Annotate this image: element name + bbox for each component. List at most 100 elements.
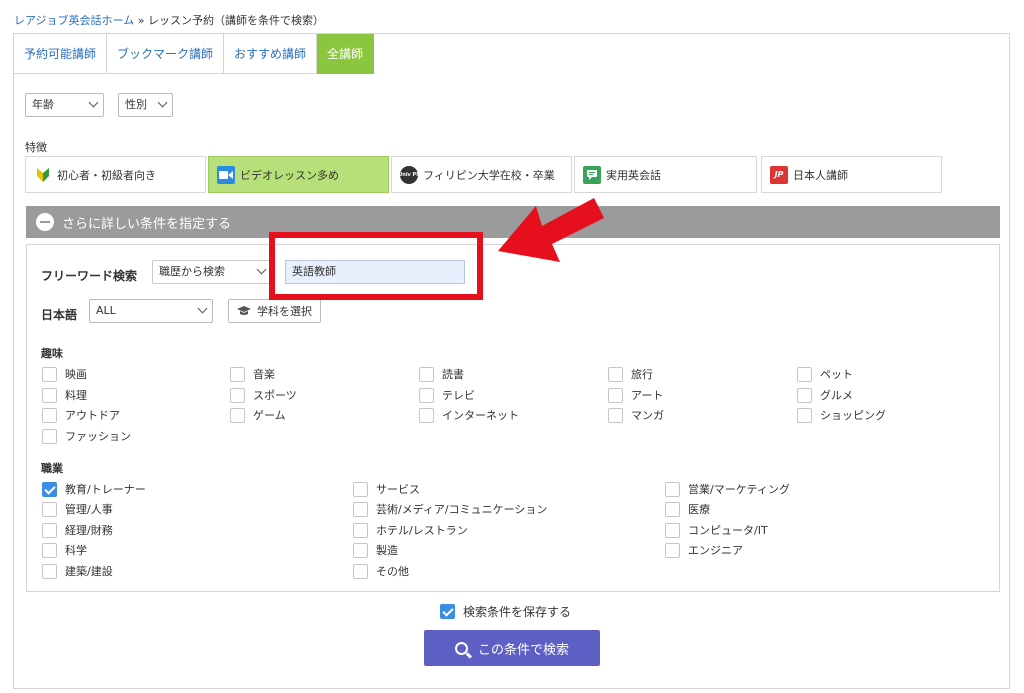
occupation-label: サービス [376,483,420,496]
checkbox-box [665,542,680,558]
feature-practical-english-label: 実用英会話 [606,168,661,182]
checkbox-box [353,501,368,517]
occupation-checkbox[interactable]: 管理/人事 [42,501,113,517]
freeword-label: フリーワード検索 [41,269,138,283]
graduation-cap-icon [237,306,251,316]
checkbox-box [353,542,368,558]
occupation-checkbox[interactable]: 芸術/メディア/コミュニケーション [353,501,547,517]
checkbox-box [665,481,680,497]
checkbox-box [42,387,57,403]
hobby-label: 旅行 [631,368,653,381]
hobby-label: 音楽 [253,368,275,381]
occupation-checkbox[interactable]: 医療 [665,501,710,517]
hobby-checkbox[interactable]: 映画 [42,366,87,382]
hobby-label: 映画 [65,368,87,381]
hobby-checkbox[interactable]: アート [608,387,663,403]
hobby-label: テレビ [442,389,475,402]
japanese-label: 日本語 [41,308,78,322]
feature-japanese-tutor[interactable]: JP 日本人講師 [761,156,942,193]
checkbox-box-checked [42,481,57,497]
feature-beginner[interactable]: 初心者・初級者向き [25,156,206,193]
chevron-down-icon [256,264,267,275]
occupation-label: エンジニア [688,544,743,557]
feature-philippine-university-label: フィリピン大学在校・卒業 [423,168,555,182]
select-subject-label: 学科を選択 [257,305,312,318]
checkbox-box [665,522,680,538]
hobby-label: ショッピング [820,409,886,422]
occupation-checkbox[interactable]: ホテル/レストラン [353,522,468,538]
search-with-conditions-button[interactable]: この条件で検索 [424,630,600,666]
search-button-label: この条件で検索 [477,642,569,658]
save-conditions-label: 検索条件を保存する [463,605,572,619]
hobby-checkbox[interactable]: ショッピング [797,407,886,423]
occupation-label: 科学 [65,544,87,557]
occupation-checkbox[interactable]: エンジニア [665,542,743,558]
hobby-checkbox[interactable]: 読書 [419,366,464,382]
checkbox-box [42,366,57,382]
checkbox-box [353,481,368,497]
hobby-checkbox[interactable]: マンガ [608,407,664,423]
hobby-label: グルメ [820,389,853,402]
tab-all-tutors[interactable]: 全講師 [317,34,375,74]
tab-available-tutors[interactable]: 予約可能講師 [14,34,108,74]
hobby-label: ゲーム [253,409,286,422]
chevron-down-icon [197,303,208,314]
hobby-checkbox[interactable]: テレビ [419,387,475,403]
checkbox-box [42,428,57,444]
checkbox-box [608,366,623,382]
occupation-checkbox[interactable]: 営業/マーケティング [665,481,790,497]
checkbox-box [42,563,57,579]
checkbox-box [230,387,245,403]
hobby-checkbox[interactable]: アウトドア [42,407,120,423]
feature-video-lessons-label: ビデオレッスン多め [240,168,339,182]
feature-video-lessons[interactable]: ビデオレッスン多め [208,156,389,193]
hobby-checkbox[interactable]: 料理 [42,387,87,403]
breadcrumb-home-link[interactable]: レアジョブ英会話ホーム [14,14,134,27]
hobby-label: アウトドア [65,409,120,422]
checkbox-box [608,387,623,403]
occupation-checkbox[interactable]: 建築/建設 [42,563,113,579]
freeword-scope-select[interactable]: 職歴から検索 [152,260,272,284]
occupation-label: コンピュータ/IT [688,524,768,537]
hobby-label: 読書 [442,368,464,381]
hobby-checkbox[interactable]: ペット [797,366,853,382]
occupation-checkbox[interactable]: 経理/財務 [42,522,113,538]
chevron-down-icon [88,97,99,108]
gender-select[interactable]: 性別 [118,93,173,117]
search-icon [454,641,468,655]
occupation-checkbox[interactable]: 製造 [353,542,398,558]
hobby-label: スポーツ [253,389,297,402]
checkbox-box [353,522,368,538]
hobby-checkbox[interactable]: 音楽 [230,366,275,382]
hobby-checkbox[interactable]: ファッション [42,428,131,444]
hobby-checkbox[interactable]: グルメ [797,387,853,403]
occupation-label: 芸術/メディア/コミュニケーション [376,503,548,516]
checkbox-box [419,407,434,423]
hobby-label: マンガ [631,409,664,422]
select-subject-button[interactable]: 学科を選択 [228,299,321,323]
hobby-checkbox[interactable]: ゲーム [230,407,286,423]
beginner-leaf-icon [34,166,52,184]
occupation-checkbox[interactable]: サービス [353,481,420,497]
occupation-checkbox[interactable]: その他 [353,563,409,579]
occupation-checkbox[interactable]: 科学 [42,542,87,558]
age-select-value: 年齢 [32,98,54,111]
occupation-checkbox[interactable]: 教育/トレーナー [42,481,146,497]
occupation-checkbox[interactable]: コンピュータ/IT [665,522,768,538]
hobby-checkbox[interactable]: 旅行 [608,366,653,382]
occupation-label: 教育/トレーナー [65,483,146,496]
tab-recommended-tutors[interactable]: おすすめ講師 [224,34,318,74]
advanced-conditions-panel: フリーワード検索 職歴から検索 英語教師 日本語 ALL 学科を選択 趣味 映画… [26,244,1000,592]
tab-bar: 予約可能講師 ブックマーク講師 おすすめ講師 全講師 [14,34,375,74]
hobby-checkbox[interactable]: インターネット [419,407,519,423]
save-conditions-checkbox[interactable]: 検索条件を保存する [440,603,571,620]
hobby-checkbox[interactable]: スポーツ [230,387,297,403]
feature-philippine-university[interactable]: Univ Ph フィリピン大学在校・卒業 [391,156,572,193]
feature-practical-english[interactable]: 実用英会話 [574,156,757,193]
japanese-level-select[interactable]: ALL [89,299,213,323]
occupation-label: 営業/マーケティング [688,483,790,496]
checkbox-box [419,387,434,403]
age-select[interactable]: 年齢 [25,93,104,117]
hobby-label: アート [631,389,664,402]
tab-bookmarked-tutors[interactable]: ブックマーク講師 [107,34,225,74]
